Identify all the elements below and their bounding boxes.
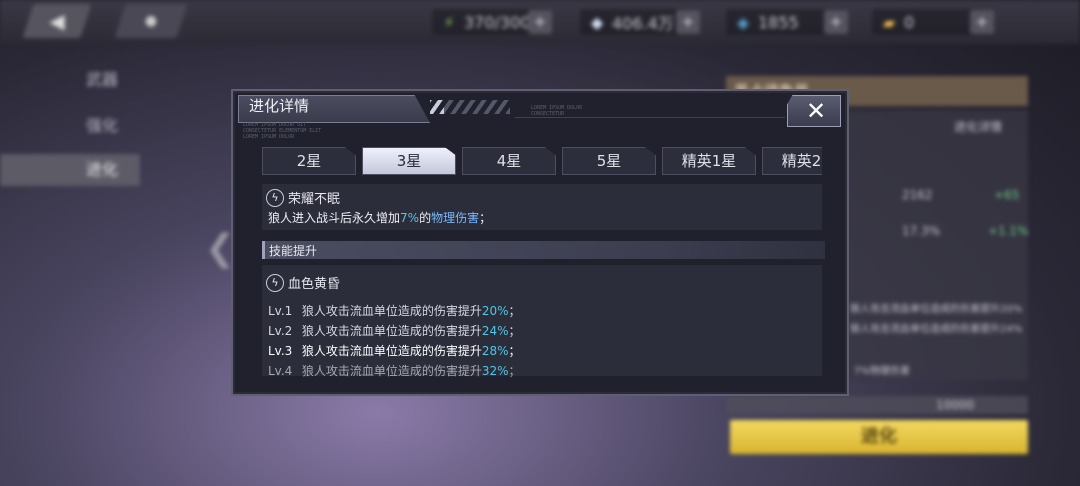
back-button[interactable]: ◀ [22, 4, 92, 38]
decorative-text-1: LOREM IPSUM DOLOR SIT CONSECTETUR ELEMEN… [243, 122, 322, 140]
passive-value: 7% [400, 211, 420, 225]
ticket-value: 0 [904, 12, 915, 32]
passive-skill-header: ϟ 荣耀不眠 [266, 187, 340, 207]
evolve-detail-link[interactable]: 进化详情 [954, 118, 1002, 135]
skill-line-3: 7%物理伤害 [854, 366, 910, 377]
stat-2-current: 17.3% [902, 224, 941, 238]
ticket-counter: ▰ 0 + [872, 9, 994, 35]
nav-item-weapon[interactable]: 武器 [0, 64, 140, 96]
passive-skill-box: ϟ 荣耀不眠 狼人进入战斗后永久增加7%的物理伤害； [262, 184, 822, 230]
skill-line-1: 狼人攻击流血单位造成的伤害提升20% [850, 304, 1023, 315]
lightning-icon: ϟ [266, 273, 284, 292]
stat-1-current: 2162 [902, 188, 933, 202]
skill-line-2: 狼人攻击流血单位造成的伤害提升24% [850, 324, 1023, 335]
lightning-icon: ϟ [266, 188, 284, 207]
crystal-icon: ◈ [736, 12, 750, 32]
skill-level-row: Lv.1 狼人攻击流血单位造成的伤害提升20%； [268, 304, 521, 318]
energy-counter: ⚡ 370/300 + [432, 9, 552, 35]
tab-2-star[interactable]: 2星 [262, 147, 356, 175]
stat-2-bonus: +1.1% [988, 224, 1029, 238]
passive-skill-name: 荣耀不眠 [288, 192, 341, 207]
skill-level-row: Lv.2 狼人攻击流血单位造成的伤害提升24%； [268, 324, 521, 338]
crystal-counter: ◈ 1855 + [726, 9, 848, 35]
physical-damage-link[interactable]: 物理伤害 [431, 211, 479, 225]
energy-value: 370/300 [464, 12, 531, 32]
diamond-icon: ◆ [590, 12, 604, 32]
diamond-counter: ◆ 406.4万 + [580, 9, 700, 35]
modal-title: 进化详情 [249, 97, 310, 115]
diamond-value: 406.4万 [612, 14, 674, 33]
cost-value: 10000 [936, 398, 975, 412]
ticket-icon: ▰ [882, 12, 896, 32]
evolve-button[interactable]: 进化 [730, 420, 1028, 454]
tab-5-star[interactable]: 5星 [562, 147, 656, 175]
passive-skill-desc: 狼人进入战斗后永久增加7%的物理伤害； [268, 211, 492, 225]
close-button[interactable]: ✕ [787, 95, 841, 127]
skill-upgrade-box: ϟ 血色黄昏 [262, 265, 822, 376]
energy-icon: ⚡ [443, 12, 455, 32]
star-tabs: 2星 3星 4星 5星 精英1星 精英2星 [262, 147, 822, 175]
back-arrow-icon: ◀ [49, 9, 65, 33]
crystal-plus-button[interactable]: + [824, 10, 848, 34]
section-header-label: 技能提升 [269, 244, 318, 258]
skill-name: 血色黄昏 [288, 277, 341, 292]
section-header: 技能提升 [262, 241, 825, 259]
energy-plus-button[interactable]: + [528, 10, 552, 34]
nav-item-enhance[interactable]: 强化 [0, 110, 140, 142]
cost-row: 10000 [726, 396, 1028, 414]
tab-4-star[interactable]: 4星 [462, 147, 556, 175]
diamond-plus-button[interactable]: + [676, 10, 700, 34]
stat-1-bonus: +65 [994, 188, 1020, 202]
skill-level-row: Lv.3 狼人攻击流血单位造成的伤害提升28%； [268, 344, 521, 358]
nav-item-evolve[interactable]: 进化 [0, 154, 140, 186]
decorative-stripes [430, 100, 510, 114]
decorative-text-2: LOREM IPSUM DOLOR CONSECTETUR [531, 105, 583, 117]
tab-elite-1-star[interactable]: 精英1星 [662, 147, 756, 175]
evolve-detail-modal: 进化详情 LOREM IPSUM DOLOR SIT CONSECTETUR E… [231, 89, 849, 396]
ticket-plus-button[interactable]: + [970, 10, 994, 34]
home-icon: ● [144, 13, 158, 29]
crystal-value: 1855 [758, 12, 799, 32]
skill-level-row: Lv.4 狼人攻击流血单位造成的伤害提升32%； [268, 364, 521, 378]
skill-header: ϟ 血色黄昏 [266, 272, 340, 292]
top-bar: ◀ ● ⚡ 370/300 + ◆ 406.4万 + ◈ 1855 + ▰ 0 … [0, 0, 1080, 44]
tab-3-star[interactable]: 3星 [362, 147, 456, 175]
tab-elite-2-star[interactable]: 精英2星 [762, 147, 822, 175]
close-x-icon: ✕ [806, 97, 827, 125]
decorative-line [515, 117, 785, 118]
home-button[interactable]: ● [114, 4, 188, 38]
